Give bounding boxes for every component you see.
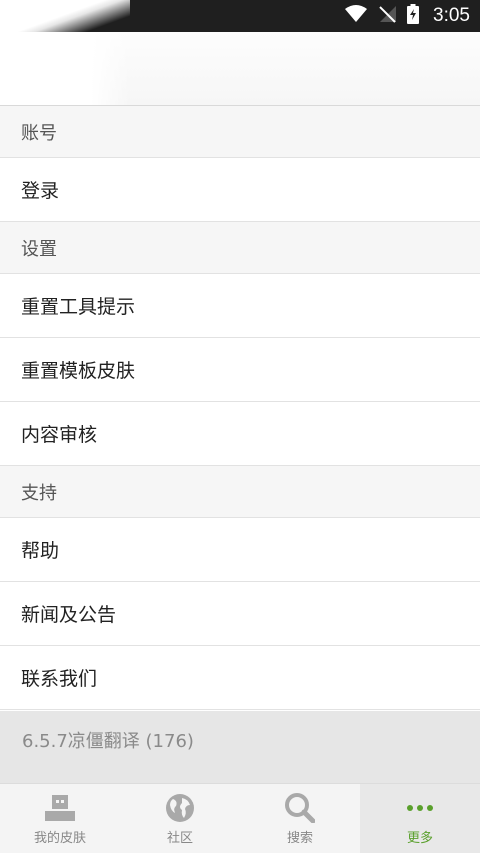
menu-item-contact-us[interactable]: 联系我们 bbox=[0, 646, 480, 710]
tab-label-search: 搜索 bbox=[286, 831, 313, 846]
menu-item-content-moderation[interactable]: 内容审核 bbox=[0, 402, 480, 466]
menu-item-login[interactable]: 登录 bbox=[0, 158, 480, 222]
battery-charging-icon bbox=[407, 4, 420, 28]
settings-menu: 账号 登录 设置 重置工具提示 重置模板皮肤 内容审核 支持 帮助 新闻及公告 … bbox=[0, 106, 480, 710]
tab-search[interactable]: 搜索 bbox=[240, 784, 360, 853]
status-bar-shadow bbox=[0, 0, 130, 32]
menu-item-reset-tooltips[interactable]: 重置工具提示 bbox=[0, 274, 480, 338]
skin-icon bbox=[43, 793, 77, 823]
version-info: 6.5.7凉僵翻译 (176) bbox=[0, 711, 480, 783]
section-header-support: 支持 bbox=[0, 466, 480, 518]
section-header-settings: 设置 bbox=[0, 222, 480, 274]
status-bar: 3:05 bbox=[0, 0, 480, 32]
menu-item-news[interactable]: 新闻及公告 bbox=[0, 582, 480, 646]
globe-icon bbox=[163, 793, 197, 823]
wifi-icon bbox=[345, 5, 368, 27]
section-header-account: 账号 bbox=[0, 106, 480, 158]
tab-label-community: 社区 bbox=[166, 831, 193, 846]
header-fade bbox=[0, 32, 130, 105]
tab-label-my-skins: 我的皮肤 bbox=[33, 831, 86, 846]
status-icons: 3:05 bbox=[345, 0, 470, 32]
bottom-nav: 我的皮肤 社区 搜索 更多 bbox=[0, 783, 480, 853]
menu-item-help[interactable]: 帮助 bbox=[0, 518, 480, 582]
header-area bbox=[0, 32, 480, 106]
menu-item-reset-template-skins[interactable]: 重置模板皮肤 bbox=[0, 338, 480, 402]
tab-more[interactable]: 更多 bbox=[360, 784, 480, 853]
tab-community[interactable]: 社区 bbox=[120, 784, 240, 853]
more-dots-icon bbox=[403, 793, 437, 823]
no-signal-icon bbox=[377, 5, 397, 27]
status-time: 3:05 bbox=[433, 5, 470, 26]
search-icon bbox=[283, 793, 317, 823]
tab-label-more: 更多 bbox=[406, 831, 433, 846]
tab-my-skins[interactable]: 我的皮肤 bbox=[0, 784, 120, 853]
